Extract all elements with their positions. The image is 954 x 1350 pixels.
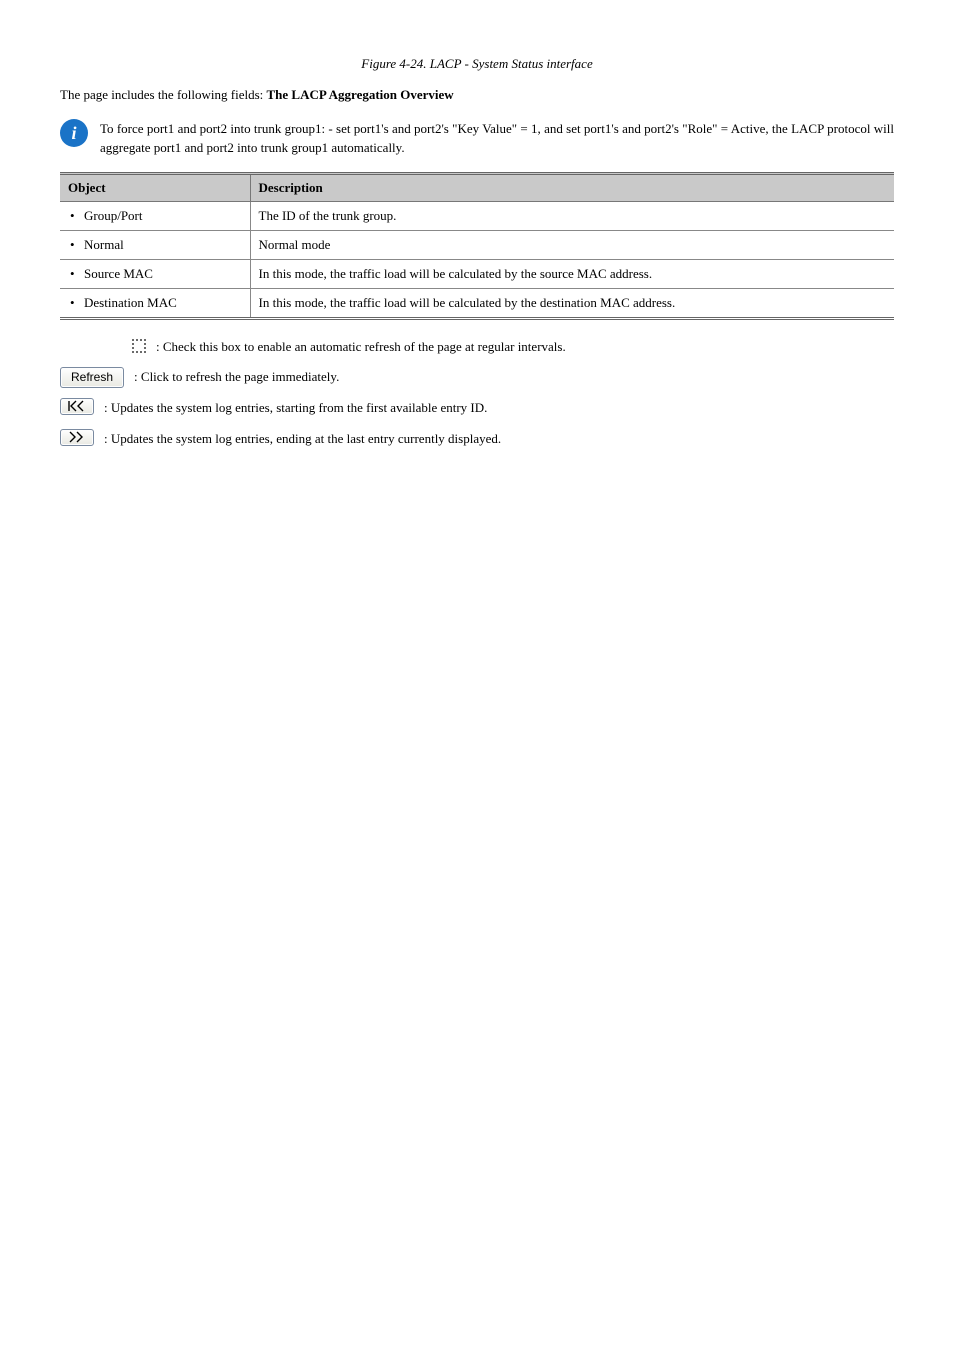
- next-entries-button[interactable]: [60, 429, 94, 446]
- table-row: Normal Normal mode: [60, 230, 894, 259]
- next-description: : Updates the system log entries, ending…: [104, 430, 894, 449]
- autorefresh-description: : Check this box to enable an automatic …: [156, 338, 894, 357]
- cell-description: In this mode, the traffic load will be c…: [250, 259, 894, 288]
- intro-paragraph: The page includes the following fields: …: [60, 86, 894, 105]
- cell-object: Normal: [60, 230, 250, 259]
- first-description: : Updates the system log entries, starti…: [104, 399, 894, 418]
- refresh-description: : Click to refresh the page immediately.: [134, 368, 894, 387]
- table-row: Group/Port The ID of the trunk group.: [60, 201, 894, 230]
- note-text: To force port1 and port2 into trunk grou…: [100, 119, 894, 158]
- first-entries-button[interactable]: [60, 398, 94, 415]
- cell-object: Source MAC: [60, 259, 250, 288]
- refresh-button[interactable]: Refresh: [60, 367, 124, 388]
- cell-object: Group/Port: [60, 201, 250, 230]
- cell-description: Normal mode: [250, 230, 894, 259]
- intro-text: The page includes the following fields:: [60, 87, 267, 102]
- table-header-description: Description: [250, 173, 894, 201]
- info-icon: i: [60, 119, 88, 147]
- table-row: Source MAC In this mode, the traffic loa…: [60, 259, 894, 288]
- table-header-object: Object: [60, 173, 250, 201]
- cell-description: The ID of the trunk group.: [250, 201, 894, 230]
- fields-table: Object Description Group/Port The ID of …: [60, 172, 894, 321]
- cell-object: Destination MAC: [60, 289, 250, 319]
- control-autorefresh: : Check this box to enable an automatic …: [60, 338, 894, 357]
- figure-caption: Figure 4-24. LACP - System Status interf…: [60, 56, 894, 72]
- control-next: : Updates the system log entries, ending…: [60, 429, 894, 450]
- autorefresh-checkbox-icon[interactable]: [132, 339, 146, 353]
- control-refresh: Refresh : Click to refresh the page imme…: [60, 367, 894, 388]
- cell-description: In this mode, the traffic load will be c…: [250, 289, 894, 319]
- control-first: : Updates the system log entries, starti…: [60, 398, 894, 419]
- table-row: Destination MAC In this mode, the traffi…: [60, 289, 894, 319]
- note-block: i To force port1 and port2 into trunk gr…: [60, 119, 894, 158]
- intro-bold: The LACP Aggregation Overview: [267, 87, 454, 102]
